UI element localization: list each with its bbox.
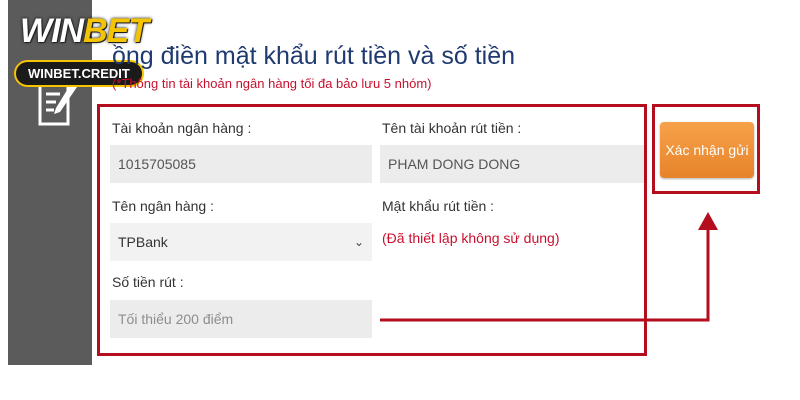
account-name-field[interactable]: PHAM DONG DONG xyxy=(380,145,644,183)
page-subtitle: (*Thông tin tài khoản ngân hàng tối đa b… xyxy=(112,76,432,91)
chevron-down-icon: ⌄ xyxy=(353,235,364,249)
amount-label: Số tiền rút : xyxy=(112,274,184,290)
amount-input[interactable]: Tối thiểu 200 điểm xyxy=(110,300,372,338)
page-title: ồng điền mật khẩu rút tiền và số tiền xyxy=(112,42,516,70)
bank-name-label: Tên ngân hàng : xyxy=(112,198,214,214)
bank-account-value: 1015705085 xyxy=(118,156,196,172)
bank-name-value: TPBank xyxy=(118,234,168,250)
password-note: (Đã thiết lập không sử dụng) xyxy=(382,230,560,246)
bank-name-select[interactable]: TPBank ⌄ xyxy=(110,223,372,261)
password-label: Mật khẩu rút tiền : xyxy=(382,198,495,214)
bank-account-field[interactable]: 1015705085 xyxy=(110,145,372,183)
submit-button[interactable]: Xác nhận gửi xyxy=(660,122,754,178)
account-name-value: PHAM DONG DONG xyxy=(388,156,521,172)
account-name-label: Tên tài khoản rút tiền : xyxy=(382,120,522,136)
amount-placeholder: Tối thiểu 200 điểm xyxy=(118,311,234,327)
bank-account-label: Tài khoản ngân hàng : xyxy=(112,120,252,136)
